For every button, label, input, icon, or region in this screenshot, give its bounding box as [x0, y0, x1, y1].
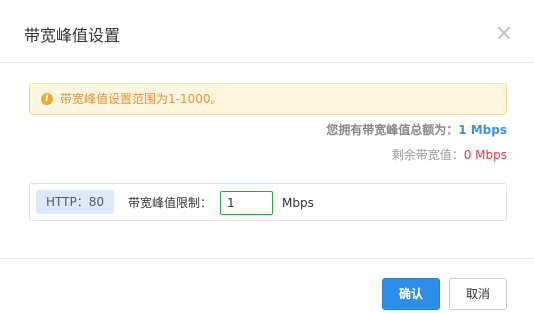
footer-divider [0, 258, 534, 259]
bandwidth-limit-input[interactable] [220, 191, 273, 215]
remaining-bandwidth-line: 剩余带宽值：0 Mbps [392, 147, 507, 163]
notice-banner: i 带宽峰值设置范围为1-1000。 [29, 83, 507, 115]
close-icon[interactable] [496, 25, 512, 41]
total-bandwidth-value: 1 Mbps [458, 123, 507, 137]
notice-text: 带宽峰值设置范围为1-1000。 [60, 92, 223, 106]
protocol-tag: HTTP：80 [36, 190, 114, 214]
dialog-header: 带宽峰值设置 [0, 0, 534, 63]
remaining-bandwidth-value: 0 Mbps [463, 148, 507, 162]
remaining-bandwidth-label: 剩余带宽值： [391, 148, 464, 162]
dialog-title: 带宽峰值设置 [24, 26, 121, 45]
bandwidth-peak-dialog: 带宽峰值设置 i 带宽峰值设置范围为1-1000。 您拥有带宽峰值总额为：1 M… [0, 0, 534, 313]
bandwidth-limit-label: 带宽峰值限制： [128, 196, 213, 210]
total-bandwidth-label: 您拥有带宽峰值总额为： [326, 123, 459, 137]
bandwidth-unit-label: Mbps [282, 196, 314, 210]
info-icon: i [41, 93, 53, 105]
cancel-button[interactable]: 取消 [449, 278, 507, 310]
bandwidth-limit-row: HTTP：80 带宽峰值限制： Mbps [29, 183, 507, 221]
confirm-button[interactable]: 确认 [382, 278, 440, 310]
total-bandwidth-line: 您拥有带宽峰值总额为：1 Mbps [326, 122, 507, 138]
